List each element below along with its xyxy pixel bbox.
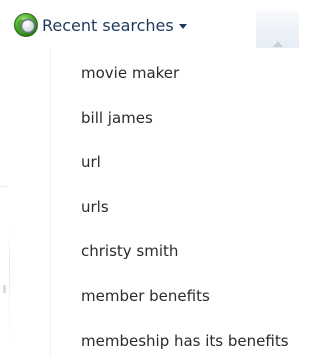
- search-header: Recent searches: [13, 6, 328, 54]
- recent-search-item[interactable]: christy smith: [51, 236, 328, 266]
- recent-searches-button[interactable]: Recent searches: [13, 10, 187, 40]
- recent-search-item[interactable]: url: [51, 147, 328, 177]
- caret-down-icon: [178, 23, 187, 29]
- background-edge: [0, 186, 8, 187]
- globe-search-icon: [13, 12, 39, 38]
- recent-search-item[interactable]: movie maker: [51, 58, 328, 88]
- recent-search-item[interactable]: bill james: [51, 103, 328, 133]
- background-edge: [3, 285, 6, 293]
- recent-searches-label: Recent searches: [42, 15, 174, 35]
- background-edge: [9, 230, 10, 340]
- recent-search-item[interactable]: member benefits: [51, 281, 328, 311]
- recent-search-item[interactable]: urls: [51, 192, 328, 222]
- recent-searches-window: Recent searches movie maker bill james u…: [0, 0, 328, 356]
- recent-search-item[interactable]: membeship has its benefits: [51, 326, 328, 356]
- recent-searches-dropdown: movie maker bill james url urls christy …: [50, 48, 328, 356]
- triangle-up-icon: [273, 41, 283, 47]
